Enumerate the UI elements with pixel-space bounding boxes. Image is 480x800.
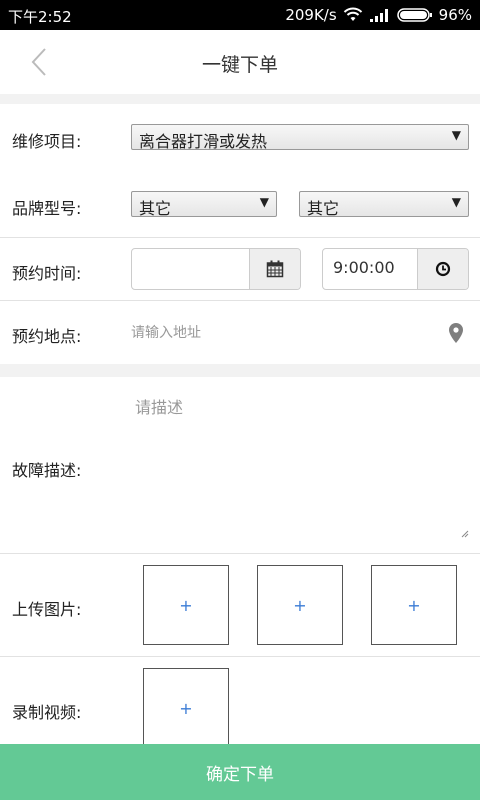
divider [0, 553, 480, 554]
upload-images-label: 上传图片: [12, 600, 82, 619]
record-video-label: 录制视频: [12, 703, 82, 722]
brand-model-label: 品牌型号: [12, 199, 82, 218]
model-value: 其它 [307, 199, 340, 218]
status-right: 209K/s 96% [285, 6, 472, 24]
network-speed: 209K/s [285, 6, 337, 24]
date-picker [131, 248, 301, 290]
plus-icon: + [407, 595, 421, 615]
battery-percent: 96% [438, 6, 472, 24]
divider [0, 237, 480, 238]
section-gap [0, 94, 480, 104]
section-gap [0, 364, 480, 377]
fault-description-textarea[interactable]: 请描述 [131, 380, 471, 540]
time-picker: 9:00:00 [322, 248, 469, 290]
resize-handle-icon[interactable] [459, 528, 469, 538]
dropdown-arrow-icon: ▼ [259, 195, 269, 209]
status-time: 下午2:52 [8, 8, 72, 26]
time-input[interactable]: 9:00:00 [323, 249, 418, 289]
page-title: 一键下单 [201, 54, 278, 76]
plus-icon: + [179, 698, 193, 718]
appointment-location-label: 预约地点: [12, 327, 82, 346]
divider [0, 656, 480, 657]
upload-image-button-1[interactable]: + [143, 565, 229, 645]
repair-item-value: 离合器打滑或发热 [139, 132, 268, 151]
fault-description-label: 故障描述: [12, 461, 82, 480]
battery-icon [396, 8, 432, 22]
dropdown-arrow-icon: ▼ [451, 128, 461, 142]
brand-select[interactable]: 其它 ▼ [131, 191, 277, 218]
signal-icon [369, 9, 388, 22]
nav-bar: 一键下单 [0, 30, 480, 94]
appointment-time-label: 预约时间: [12, 264, 82, 283]
plus-icon: + [179, 595, 193, 615]
repair-item-label: 维修项目: [12, 132, 82, 151]
calendar-button[interactable] [249, 249, 300, 289]
record-video-button[interactable]: + [143, 668, 229, 748]
location-button[interactable] [447, 322, 465, 344]
fault-description-placeholder: 请描述 [135, 398, 184, 417]
divider [0, 300, 480, 301]
submit-order-button[interactable]: 确定下单 [0, 744, 480, 800]
clock-icon [435, 261, 451, 277]
dropdown-arrow-icon: ▼ [451, 195, 461, 209]
calendar-icon [266, 260, 284, 278]
clock-button[interactable] [417, 249, 468, 289]
wifi-icon [343, 7, 362, 21]
address-input[interactable]: 请输入地址 [131, 322, 201, 342]
status-bar: 下午2:52 209K/s 96% [0, 0, 480, 30]
map-pin-icon [449, 323, 463, 343]
repair-item-select[interactable]: 离合器打滑或发热 ▼ [131, 124, 469, 151]
upload-image-button-2[interactable]: + [257, 565, 343, 645]
brand-value: 其它 [139, 199, 172, 218]
model-select[interactable]: 其它 ▼ [299, 191, 469, 218]
upload-image-button-3[interactable]: + [371, 565, 457, 645]
plus-icon: + [293, 595, 307, 615]
date-input[interactable] [132, 249, 250, 289]
